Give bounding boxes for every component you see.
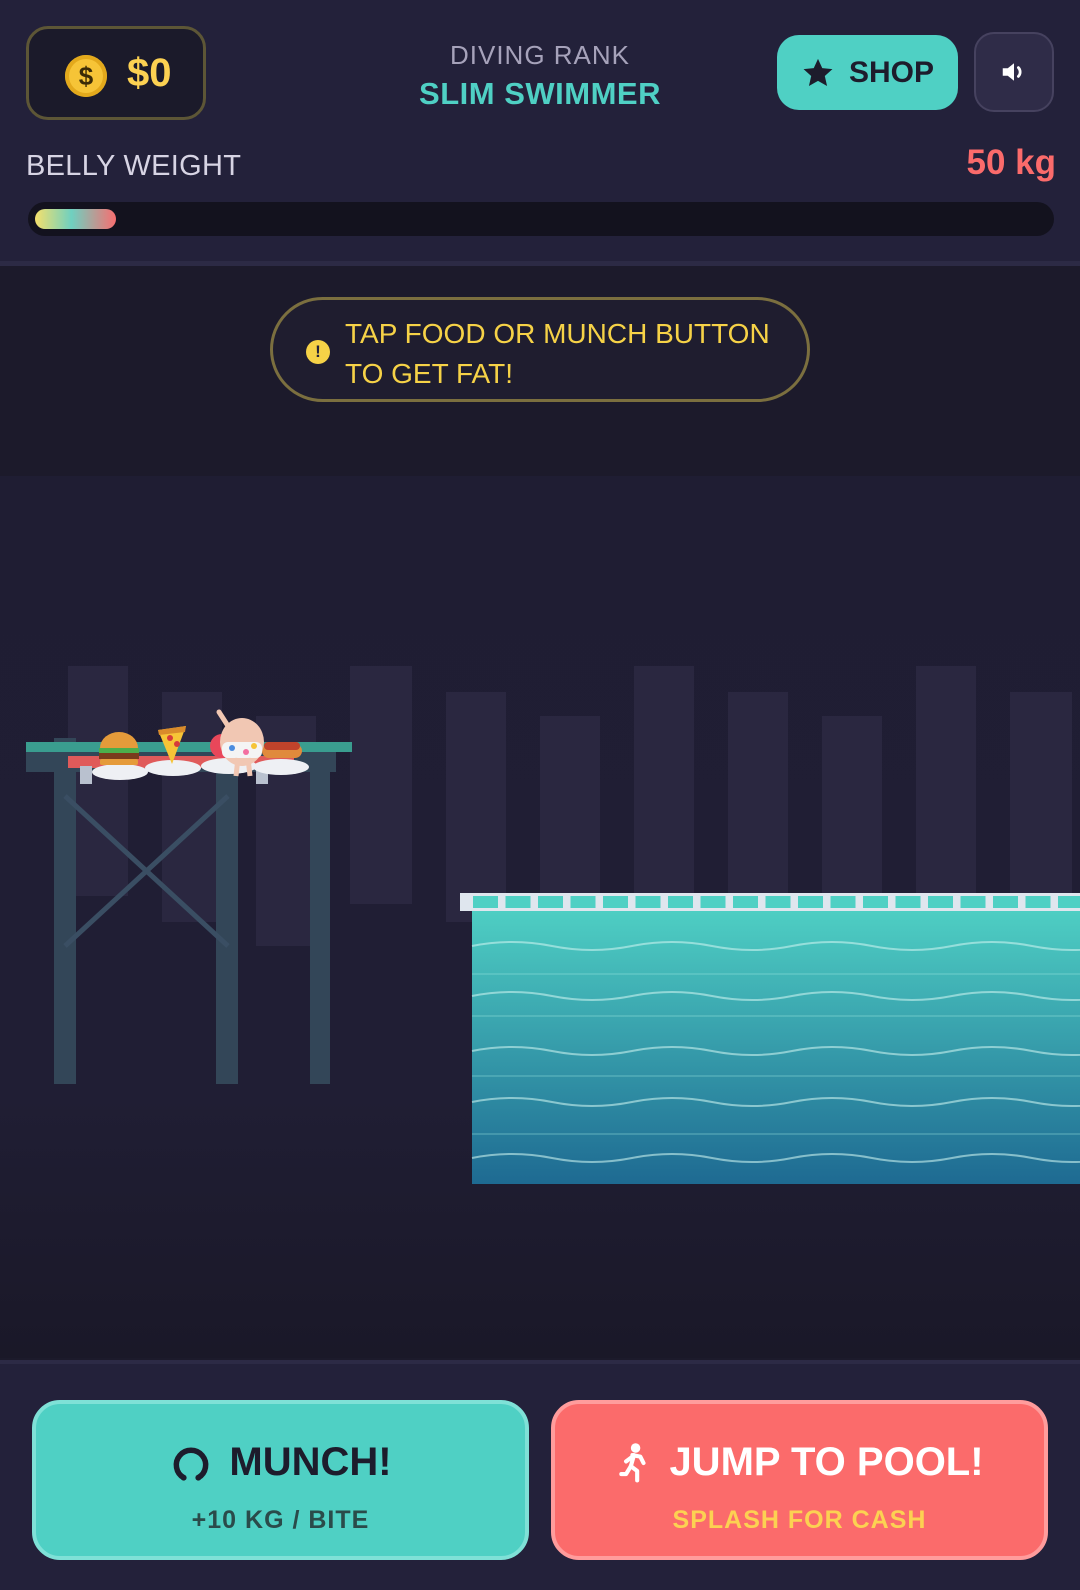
munch-button-label: MUNCH! (229, 1440, 392, 1484)
plate (92, 764, 148, 780)
pool-edge-tile (635, 896, 661, 908)
exclamation-icon: ! (306, 340, 330, 364)
star-icon (803, 58, 833, 86)
belly-weight-bar (28, 202, 1054, 236)
belly-weight-value: 50 kg (966, 143, 1057, 182)
pool-edge-tile (733, 896, 758, 908)
pool-edge-tile (960, 896, 986, 908)
pool-edge-tile (895, 896, 921, 908)
plate (145, 760, 201, 776)
jump-to-pool-button[interactable]: JUMP TO POOL! SPLASH FOR CASH (551, 1400, 1048, 1560)
top-hud: $ $0 DIVING RANK SLIM SWIMMER SHOP BELLY… (0, 0, 1080, 266)
pool-edge-tile (668, 896, 693, 908)
pool-edge-tile (700, 896, 726, 908)
pool-edge-tile (863, 896, 888, 908)
hotdog-icon[interactable] (262, 742, 302, 758)
shop-button-label: SHOP (848, 55, 935, 89)
hint-text: TAP FOOD OR MUNCH BUTTON TO GET FAT! (345, 318, 770, 389)
belly-weight-fill (35, 209, 116, 229)
game-stage (26, 666, 1080, 1184)
plate (253, 759, 309, 775)
pool-edge-tile (1025, 896, 1051, 908)
pool-edge-tile (603, 896, 628, 908)
belly-weight-label: BELLY WEIGHT (26, 150, 242, 182)
pool-edge-tile (798, 896, 823, 908)
munch-button-subtitle: +10 KG / BITE (191, 1506, 370, 1534)
pool-edge-tile (473, 896, 498, 908)
pool-edge-tile (1058, 896, 1080, 908)
pool-edge-tile (505, 896, 531, 908)
jump-button-subtitle: SPLASH FOR CASH (672, 1506, 927, 1534)
pool-edge-tile (538, 896, 563, 908)
bottom-controls: MUNCH! +10 KG / BITE JUMP TO POOL! SPLAS… (0, 1360, 1080, 1590)
pool-edge-tile (570, 896, 596, 908)
shop-button[interactable]: SHOP (777, 35, 958, 110)
speaker-icon (1002, 63, 1022, 81)
pool-edge-tile (830, 896, 856, 908)
pool-edge-tile (765, 896, 791, 908)
jump-button-label: JUMP TO POOL! (669, 1440, 984, 1484)
swimming-pool (460, 893, 1080, 1184)
pool-edge-tile (993, 896, 1018, 908)
running-person-icon (619, 1442, 646, 1482)
hint-bubble: ! TAP FOOD OR MUNCH BUTTON TO GET FAT! (270, 297, 810, 402)
sound-toggle-button[interactable] (974, 32, 1054, 112)
munch-button[interactable]: MUNCH! +10 KG / BITE (32, 1400, 529, 1560)
mouth-icon (174, 1447, 209, 1481)
pool-edge-tile (928, 896, 953, 908)
